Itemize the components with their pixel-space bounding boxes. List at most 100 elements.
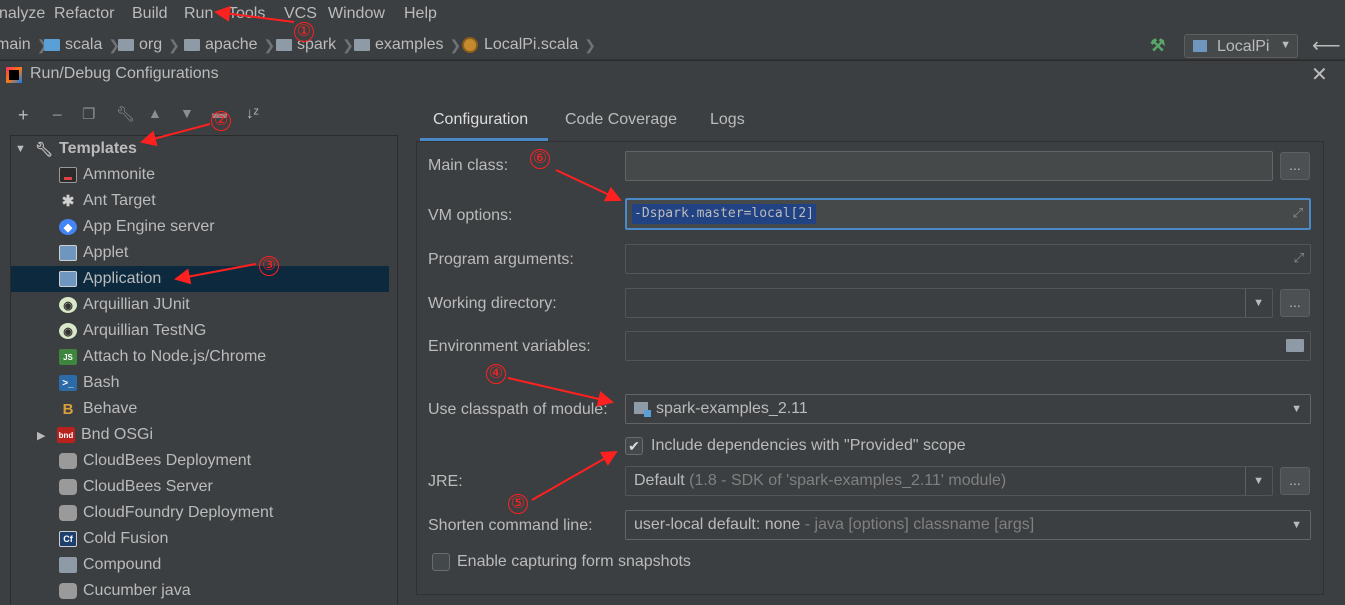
tree-item[interactable]: ◆ App Engine server [11,214,389,240]
shorten-value-text: user-local default: none [634,516,801,533]
tree-item[interactable]: Cf Cold Fusion [11,526,389,552]
shorten-cmd-label: Shorten command line: [428,517,593,534]
include-deps-checkbox[interactable]: ✔ [625,437,643,455]
vm-options-value: -Dspark.master=local[2] [632,204,817,224]
jre-value: Default (1.8 - SDK of 'spark-examples_2.… [634,472,1006,490]
main-class-input[interactable] [625,151,1273,181]
expand-arrow-icon[interactable]: ▶ [37,429,53,442]
breadcrumb-item[interactable]: examples ❯ [354,36,461,54]
tree-item-label: Compound [83,556,162,573]
breadcrumb-item[interactable]: apache ❯ [184,36,275,54]
menu-run[interactable]: Run [184,5,213,23]
application-icon [1193,40,1207,52]
tree-item[interactable]: ▶ bnd Bnd OSGi [11,422,389,448]
arquillian-icon: ◉ [59,323,77,339]
chevron-down-icon[interactable]: ▼ [1253,475,1264,487]
folder-icon[interactable] [1286,339,1304,352]
tree-item[interactable]: >_ Bash [11,370,389,396]
coldfusion-icon: Cf [59,531,77,547]
chevron-down-icon[interactable]: ▼ [1291,519,1302,531]
back-arrow-icon[interactable]: ⟵ [1312,33,1341,58]
tree-item[interactable]: ◉ Arquillian TestNG [11,318,389,344]
annotation-2: ② [211,111,231,131]
annotation-5: ⑤ [508,494,528,514]
program-args-label: Program arguments: [428,251,574,268]
combo-divider [1245,467,1246,495]
menu-analyze[interactable]: nalyze [0,5,45,23]
package-icon [276,39,292,51]
breadcrumb-item[interactable]: LocalPi.scala ❯ [462,36,596,54]
breadcrumb-item[interactable]: org ❯ [118,36,180,54]
config-tree-panel: + − ❐ 🔧︎ ▲ ▼ ▬ ↓ᶻ ▼ 🔧︎ Templates Ammonit… [0,99,400,605]
vm-options-input[interactable]: -Dspark.master=local[2] ⤢ [625,198,1311,230]
env-vars-input[interactable] [625,331,1311,361]
breadcrumb-item[interactable]: scala ❯ [44,36,120,54]
add-icon[interactable]: + [18,105,29,126]
working-dir-browse-button[interactable]: ... [1280,289,1310,317]
close-icon[interactable]: ✕ [1311,62,1328,87]
menu-refactor[interactable]: Refactor [54,5,114,23]
compound-icon [59,557,77,573]
run-config-combo[interactable]: LocalPi ▼ [1184,34,1298,58]
tree-item[interactable]: Ammonite [11,162,389,188]
jre-label: JRE: [428,473,463,490]
snapshots-checkbox[interactable] [432,553,450,571]
wrench-icon[interactable]: 🔧︎ [116,105,135,123]
breadcrumb-item[interactable]: main ❯ [0,36,48,54]
expand-icon[interactable]: ⤢ [1294,250,1304,266]
tree-item[interactable]: CloudBees Deployment [11,448,389,474]
menu-build[interactable]: Build [132,5,168,23]
tree-item[interactable]: ✱ Ant Target [11,188,389,214]
shorten-cmd-combo[interactable]: user-local default: none - java [options… [625,510,1311,540]
tree-item[interactable]: JS Attach to Node.js/Chrome [11,344,389,370]
tree-item-application[interactable]: Application [11,266,389,292]
annotation-4: ④ [486,364,506,384]
breadcrumb-item[interactable]: spark ❯ [276,36,354,54]
tree-item[interactable]: Applet [11,240,389,266]
build-hammer-icon[interactable]: ⚒ [1150,36,1168,55]
tab-code-coverage[interactable]: Code Coverage [565,111,677,129]
move-up-icon[interactable]: ▲ [148,105,162,121]
wrench-icon: 🔧︎ [35,140,53,157]
annotation-3: ③ [259,256,279,276]
tree-item[interactable]: Compound [11,552,389,578]
config-tree: ▼ 🔧︎ Templates Ammonite ✱ Ant Target ◆ App… [10,135,398,605]
tree-item-label: Arquillian JUnit [83,296,190,313]
menu-window[interactable]: Window [328,5,385,23]
cloud-icon [59,505,77,521]
remove-icon[interactable]: − [52,105,63,126]
menu-vcs[interactable]: VCS [284,5,317,23]
jre-combo[interactable]: Default (1.8 - SDK of 'spark-examples_2.… [625,466,1273,496]
cloud-icon [59,479,77,495]
expand-icon[interactable]: ⤢ [1293,205,1303,221]
main-class-browse-button[interactable]: ... [1280,152,1310,180]
tab-logs[interactable]: Logs [710,111,745,129]
shorten-detail-text: - java [options] classname [args] [804,516,1035,533]
classpath-combo[interactable]: spark-examples_2.11 ▼ [625,394,1311,424]
tree-item-label: CloudBees Deployment [83,452,252,469]
jre-detail-text: (1.8 - SDK of 'spark-examples_2.11' modu… [689,472,1007,489]
jre-browse-button[interactable]: ... [1280,467,1310,495]
tree-item[interactable]: B Behave [11,396,389,422]
breadcrumb: main ❯ scala ❯ org ❯ apache ❯ spark ❯ example… [0,30,1345,60]
sort-icon[interactable]: ↓ᶻ [246,105,259,122]
tree-item[interactable]: ◉ Arquillian JUnit [11,292,389,318]
move-down-icon[interactable]: ▼ [180,105,194,121]
tab-configuration[interactable]: Configuration [433,111,528,129]
program-args-input[interactable]: ⤢ [625,244,1311,274]
tree-item[interactable]: CloudBees Server [11,474,389,500]
tree-item[interactable]: Cucumber java [11,578,389,604]
classpath-label: Use classpath of module: [428,401,608,418]
menu-tools[interactable]: Tools [228,5,265,23]
app-engine-icon: ◆ [59,219,77,235]
tree-item-templates[interactable]: ▼ 🔧︎ Templates [11,136,389,162]
expand-arrow-icon[interactable]: ▼ [15,143,31,155]
menu-help[interactable]: Help [404,5,437,23]
chevron-down-icon[interactable]: ▼ [1253,297,1264,309]
copy-icon[interactable]: ❐ [82,105,95,123]
chevron-down-icon[interactable]: ▼ [1291,403,1302,415]
menu-bar: nalyze Refactor Build Run Tools VCS Wind… [0,0,1345,28]
tree-item[interactable]: CloudFoundry Deployment [11,500,389,526]
working-dir-combo[interactable]: ▼ [625,288,1273,318]
bash-icon: >_ [59,375,77,391]
